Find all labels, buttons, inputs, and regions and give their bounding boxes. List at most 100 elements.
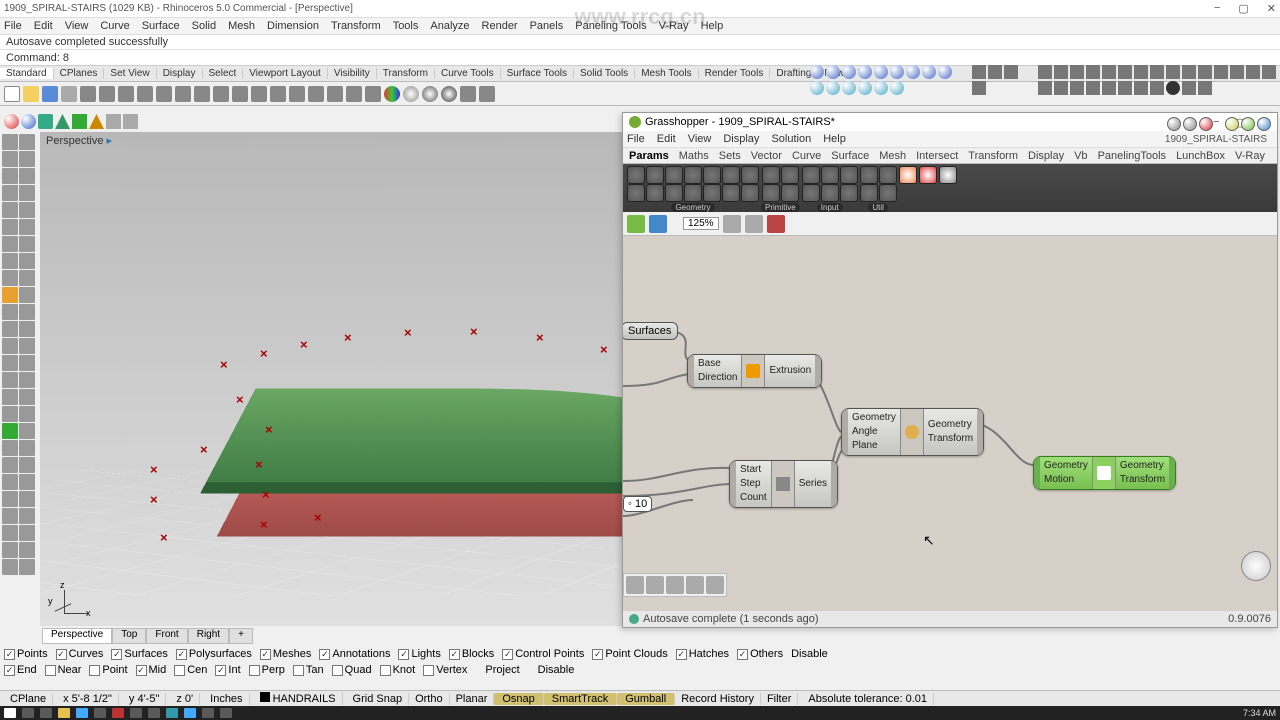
b5-icon[interactable] [1102, 81, 1116, 95]
viewport-label[interactable]: Perspective ▸ [46, 134, 112, 147]
tab-surface-tools[interactable]: Surface Tools [501, 68, 574, 79]
filter-point-clouds[interactable]: ✓Point Clouds [592, 648, 667, 660]
b6-icon[interactable] [1118, 81, 1132, 95]
gh-component-icon[interactable] [781, 166, 799, 184]
options-icon[interactable] [460, 86, 476, 102]
render-settings-icon[interactable] [384, 86, 400, 102]
app-icon[interactable] [148, 708, 160, 718]
explorer-icon[interactable] [58, 708, 70, 718]
tool-icon[interactable] [2, 287, 18, 303]
status-layer[interactable]: HANDRAILS [254, 692, 343, 705]
tool-icon[interactable] [19, 406, 35, 422]
tab-set-view[interactable]: Set View [104, 68, 156, 79]
rotate-node[interactable]: Geometry Angle Plane Geometry Transform [841, 408, 984, 456]
panel-10[interactable]: ◦ 10 [623, 496, 652, 512]
tab-transform[interactable]: Transform [377, 68, 435, 79]
filter-surfaces[interactable]: ✓Surfaces [111, 648, 167, 660]
b1-icon[interactable] [1038, 81, 1052, 95]
menu-mesh[interactable]: Mesh [228, 20, 255, 32]
menu-v-ray[interactable]: V-Ray [659, 20, 689, 32]
taskbar-clock[interactable]: 7:34 AM [1243, 708, 1276, 718]
gh-group-label[interactable]: Util [868, 203, 888, 212]
gh-extra-icon[interactable] [939, 166, 957, 184]
gh-component-icon[interactable] [741, 184, 759, 202]
gh-tab-vector[interactable]: Vector [751, 150, 782, 162]
gh-component-icon[interactable] [722, 184, 740, 202]
filter-annotations[interactable]: ✓Annotations [319, 648, 390, 660]
tool-icon[interactable] [19, 542, 35, 558]
gh-tab-intersect[interactable]: Intersect [916, 150, 958, 162]
status-filter[interactable]: Filter [761, 693, 798, 705]
solid-sphere-icon[interactable] [810, 65, 824, 79]
start-icon[interactable] [4, 708, 16, 718]
menu-surface[interactable]: Surface [142, 20, 180, 32]
gh-component-icon[interactable] [741, 166, 759, 184]
gh-component-icon[interactable] [802, 184, 820, 202]
tool-icon[interactable] [2, 457, 18, 473]
gh-canvas[interactable]: Surfaces Base Direction Extrusion ◦ 10 S… [623, 236, 1277, 611]
status-gumball[interactable]: Gumball [617, 693, 675, 705]
filter-curves[interactable]: ✓Curves [56, 648, 104, 660]
layers-icon[interactable] [289, 86, 305, 102]
tool-icon[interactable] [2, 372, 18, 388]
minimize-icon[interactable]: − [1214, 2, 1220, 15]
gh-component-icon[interactable] [840, 184, 858, 202]
menu-transform[interactable]: Transform [331, 20, 381, 32]
material-sphere-icon[interactable] [403, 86, 419, 102]
copy-icon[interactable] [99, 86, 115, 102]
vray-opt-icon[interactable] [123, 114, 138, 129]
t4-icon[interactable] [1086, 65, 1100, 79]
named-view-icon[interactable] [745, 215, 763, 233]
gh-component-icon[interactable] [646, 166, 664, 184]
viewport-tab-perspective[interactable]: Perspective [42, 628, 112, 644]
b7-icon[interactable] [1134, 81, 1148, 95]
tool-icon[interactable] [2, 151, 18, 167]
gh-markov-icon[interactable] [626, 576, 644, 594]
gh-component-icon[interactable] [821, 184, 839, 202]
viewport-tab-top[interactable]: Top [112, 628, 146, 644]
gh-component-icon[interactable] [879, 184, 897, 202]
save-icon[interactable] [42, 86, 58, 102]
status-osnap[interactable]: Osnap [494, 693, 543, 705]
tool-icon[interactable] [19, 457, 35, 473]
gh-component-icon[interactable] [860, 166, 878, 184]
sketch-icon[interactable] [767, 215, 785, 233]
gh-component-icon[interactable] [684, 166, 702, 184]
osnap-end[interactable]: ✓End [4, 664, 37, 676]
osnap-tan[interactable]: Tan [293, 664, 324, 676]
cplane-icon[interactable] [327, 86, 343, 102]
zoom-select[interactable]: 125% [683, 217, 719, 230]
app-icon[interactable] [220, 708, 232, 718]
status-record-history[interactable]: Record History [675, 693, 761, 705]
vray-green-icon[interactable] [38, 114, 53, 129]
menu-dimension[interactable]: Dimension [267, 20, 319, 32]
filter-polysurfaces[interactable]: ✓Polysurfaces [176, 648, 252, 660]
star2-icon[interactable] [988, 65, 1002, 79]
app-icon[interactable] [94, 708, 106, 718]
tool-icon[interactable] [2, 253, 18, 269]
tool-icon[interactable] [19, 372, 35, 388]
menu-help[interactable]: Help [701, 20, 724, 32]
tool-icon[interactable] [2, 440, 18, 456]
b11-icon[interactable] [1198, 81, 1212, 95]
status-planar[interactable]: Planar [450, 693, 495, 705]
tool-icon[interactable] [2, 134, 18, 150]
texture-icon[interactable] [441, 86, 457, 102]
solid-paraboloid-icon[interactable] [938, 65, 952, 79]
gh-component-icon[interactable] [879, 166, 897, 184]
tool-icon[interactable] [2, 321, 18, 337]
tool-icon[interactable] [19, 287, 35, 303]
gh-tab-v-ray[interactable]: V-Ray [1235, 150, 1265, 162]
osnap-cen[interactable]: Cen [174, 664, 207, 676]
gh-component-icon[interactable] [703, 184, 721, 202]
star3-icon[interactable] [1004, 65, 1018, 79]
status-units[interactable]: Inches [204, 693, 249, 705]
t6-icon[interactable] [1118, 65, 1132, 79]
gh-status-globe-icon[interactable] [629, 614, 639, 624]
tool-icon[interactable] [19, 219, 35, 235]
tool-icon[interactable] [19, 474, 35, 490]
preview-off-icon[interactable] [1167, 117, 1181, 131]
solid-e-icon[interactable] [874, 81, 888, 95]
tab-select[interactable]: Select [203, 68, 244, 79]
osnap-perp[interactable]: Perp [249, 664, 285, 676]
